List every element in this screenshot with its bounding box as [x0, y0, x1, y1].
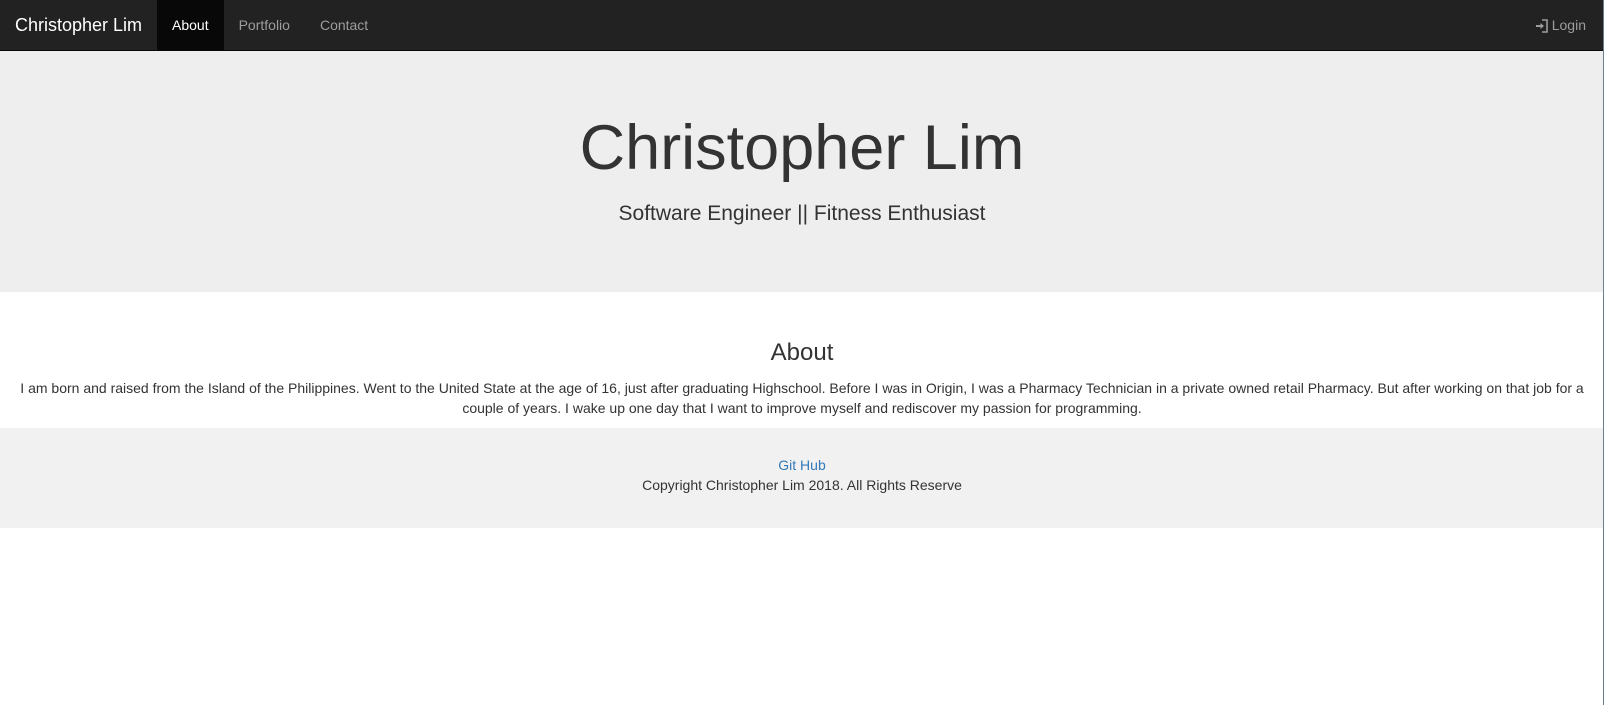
- nav-item-contact[interactable]: Contact: [305, 0, 383, 50]
- hero-subtitle: Software Engineer || Fitness Enthusiast: [618, 202, 986, 225]
- about-paragraph: I am born and raised from the Island of …: [20, 380, 1584, 416]
- login-icon: [1535, 18, 1548, 33]
- hero-jumbotron: Christopher Lim Software Engineer || Fit…: [0, 51, 1604, 292]
- login-label: Login: [1551, 17, 1586, 33]
- nav-item-about[interactable]: About: [157, 0, 224, 50]
- github-link[interactable]: Git Hub: [0, 455, 1604, 475]
- about-heading: About: [770, 339, 834, 366]
- brand-link[interactable]: Christopher Lim: [15, 0, 142, 51]
- nav-menu: About Portfolio Contact: [157, 0, 383, 50]
- copyright-text: Copyright Christopher Lim 2018. All Righ…: [642, 477, 962, 493]
- nav-item-portfolio[interactable]: Portfolio: [224, 0, 305, 50]
- hero-title: Christopher Lim: [579, 113, 1025, 183]
- top-navbar: Christopher Lim About Portfolio Contact …: [0, 0, 1604, 51]
- login-button[interactable]: Login: [1535, 0, 1586, 51]
- page-footer: Git Hub Copyright Christopher Lim 2018. …: [0, 428, 1604, 528]
